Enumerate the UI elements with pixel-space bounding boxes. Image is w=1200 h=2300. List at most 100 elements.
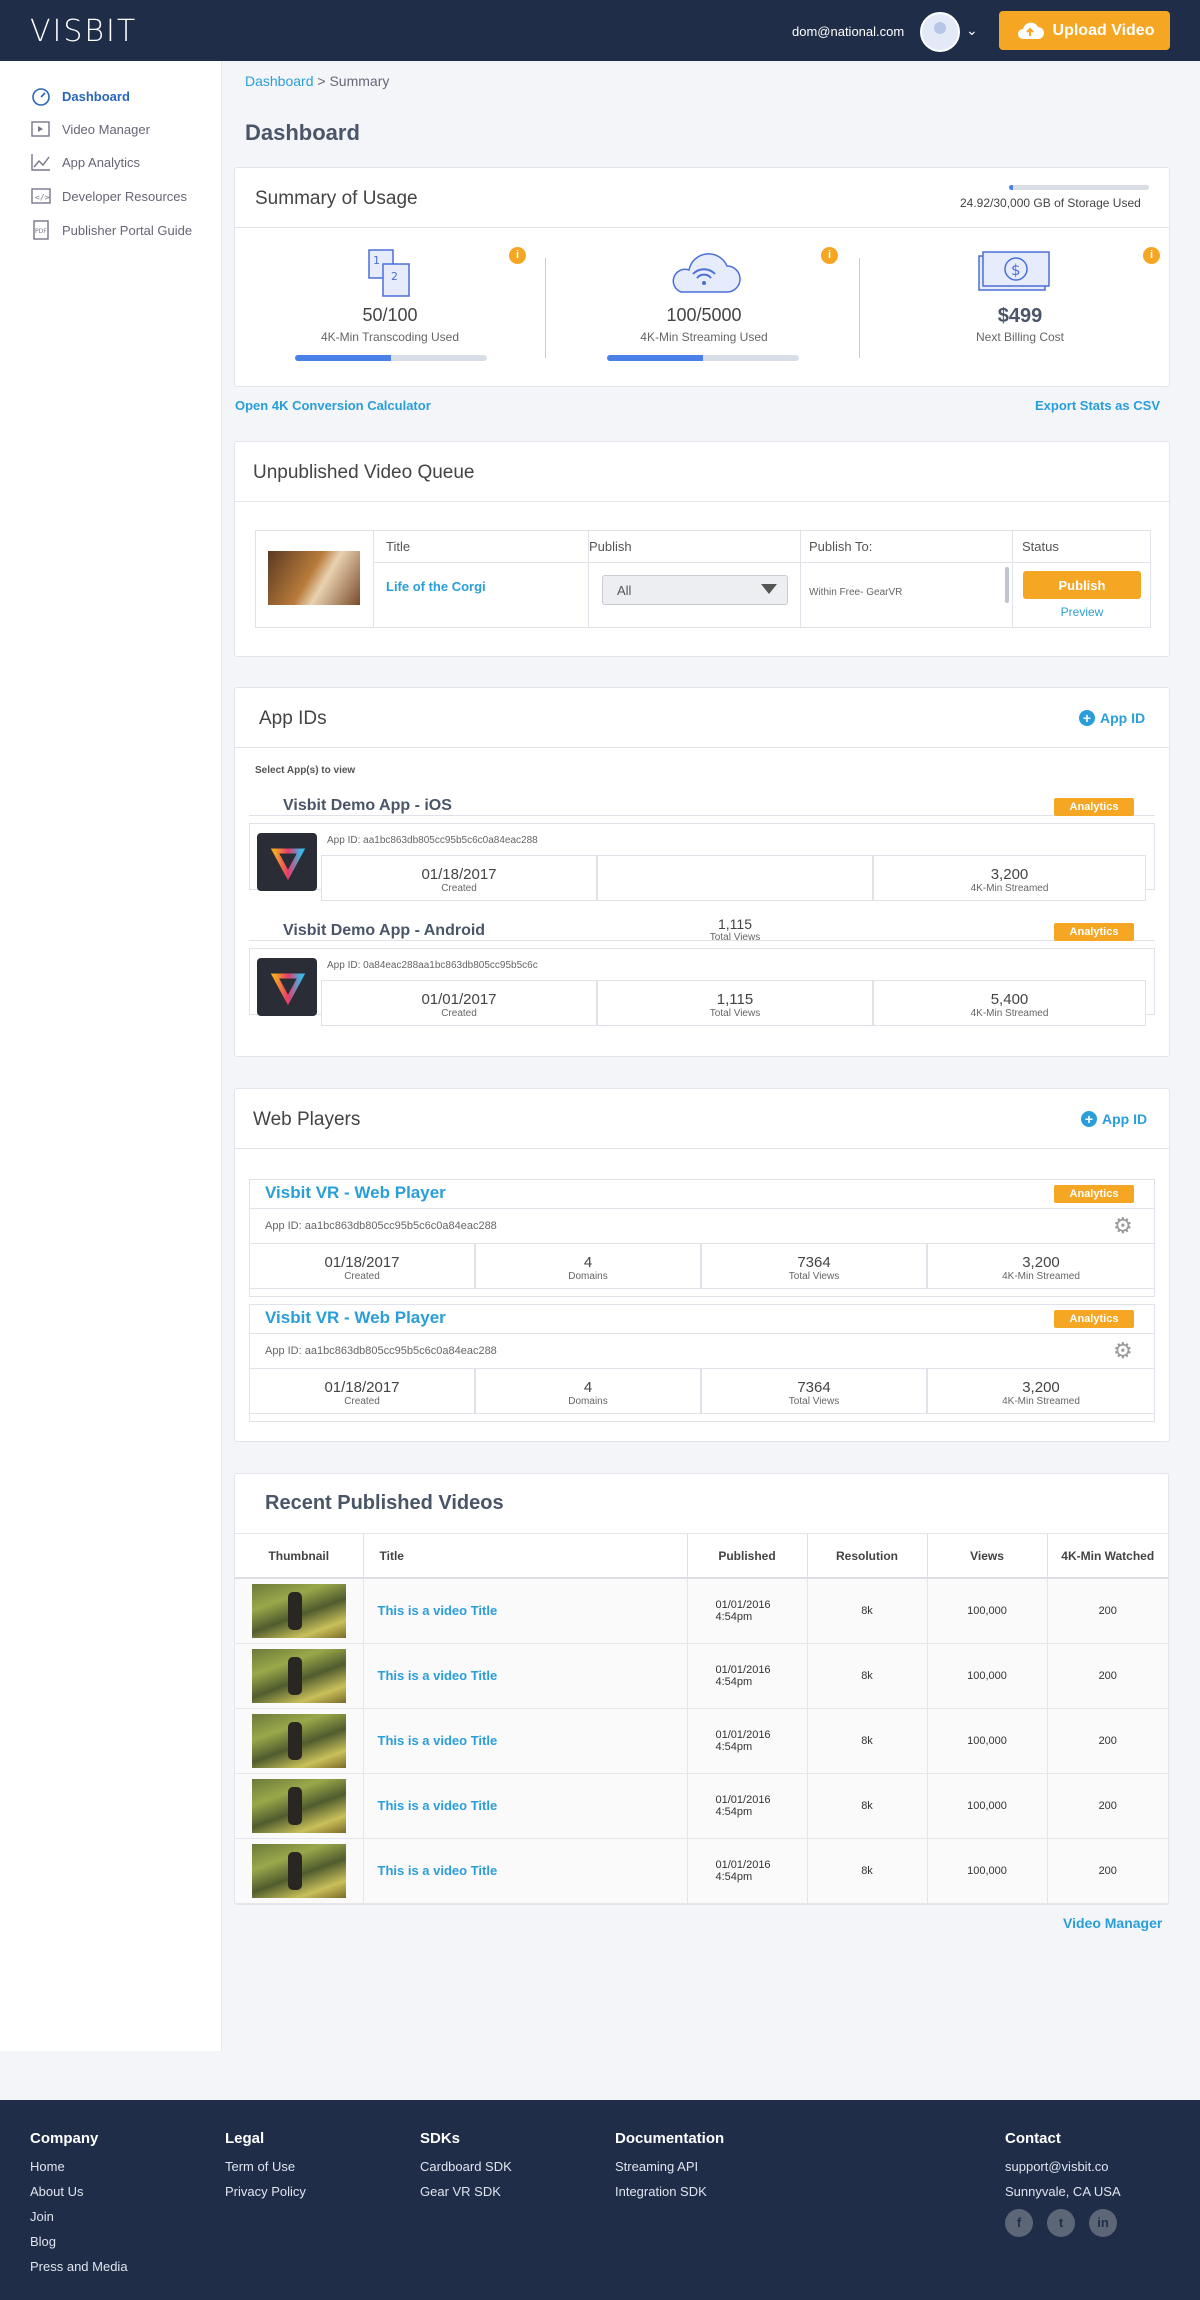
app-streamed-cell: 3,200 4K-Min Streamed: [873, 855, 1146, 901]
breadcrumb-dashboard-link[interactable]: Dashboard: [245, 73, 314, 89]
info-icon[interactable]: i: [1143, 247, 1160, 264]
thumbnail-cell: [235, 1708, 364, 1774]
footer-link[interactable]: Blog: [30, 2234, 128, 2249]
facebook-icon[interactable]: f: [1005, 2209, 1033, 2237]
publish-button[interactable]: Publish: [1023, 571, 1141, 599]
views-cell: 100,000: [927, 1838, 1048, 1904]
chart-icon: [30, 152, 52, 172]
sidebar-item-video-manager[interactable]: Video Manager: [30, 119, 150, 139]
analytics-button[interactable]: Analytics: [1054, 798, 1134, 816]
sidebar-item-label: App Analytics: [62, 154, 141, 170]
visbit-logo[interactable]: VISBIT: [30, 14, 137, 49]
unpublished-queue-card: Unpublished Video Queue Title Publish Pu…: [234, 441, 1170, 657]
video-thumbnail[interactable]: [251, 1648, 346, 1703]
web-player-name[interactable]: Visbit VR - Web Player: [265, 1183, 446, 1203]
info-icon[interactable]: i: [821, 247, 838, 264]
add-app-id-button[interactable]: + App ID: [1079, 710, 1145, 726]
table-row[interactable]: This is a video Title 01/01/2016 4:54pm 8k 1…: [235, 1643, 1168, 1709]
sidebar-item-app-analytics[interactable]: App Analytics: [30, 152, 140, 172]
queue-scrollbar[interactable]: [1005, 567, 1009, 603]
add-web-player-button[interactable]: + App ID: [1081, 1111, 1147, 1127]
gear-icon[interactable]: ⚙: [1113, 1213, 1133, 1239]
video-thumbnail[interactable]: [251, 1778, 346, 1833]
footer-link[interactable]: Term of Use: [225, 2159, 306, 2174]
video-title-link[interactable]: This is a video Title: [378, 1603, 498, 1618]
svg-text:</>: </>: [35, 193, 50, 202]
table-row[interactable]: This is a video Title 01/01/2016 4:54pm 8k 1…: [235, 1578, 1168, 1644]
watched-cell: 200: [1047, 1838, 1168, 1904]
queue-title: Unpublished Video Queue: [235, 442, 1169, 502]
footer-link[interactable]: Join: [30, 2209, 128, 2224]
breadcrumb-current: Summary: [329, 73, 390, 89]
video-thumbnail[interactable]: [251, 1713, 346, 1768]
app-name[interactable]: Visbit Demo App - iOS: [283, 797, 452, 815]
sidebar-item-dashboard[interactable]: Dashboard: [30, 86, 130, 106]
conversion-calculator-link[interactable]: Open 4K Conversion Calculator: [235, 398, 431, 413]
watched-cell: 200: [1047, 1643, 1168, 1709]
queue-col-publish-to: Publish To:: [809, 539, 873, 554]
video-manager-link[interactable]: Video Manager: [1063, 1915, 1162, 1931]
app-logo: [257, 958, 317, 1016]
transcoding-value: 50/100: [362, 305, 418, 325]
publish-select-value: All: [617, 583, 632, 598]
video-title-link[interactable]: This is a video Title: [378, 1798, 498, 1813]
analytics-button[interactable]: Analytics: [1054, 1310, 1134, 1328]
queue-video-title-link[interactable]: Life of the Corgi: [386, 579, 486, 594]
views-cell: 100,000: [927, 1578, 1048, 1644]
watched-cell: 200: [1047, 1578, 1168, 1644]
footer-link[interactable]: Integration SDK: [615, 2184, 724, 2199]
footer-link[interactable]: Privacy Policy: [225, 2184, 306, 2199]
footer-link: Sunnyvale, CA USA: [1005, 2184, 1121, 2199]
published-cell: 01/01/2016 4:54pm: [687, 1578, 808, 1644]
preview-link[interactable]: Preview: [1023, 605, 1141, 619]
video-thumbnail[interactable]: [251, 1583, 346, 1638]
footer-link[interactable]: Cardboard SDK: [420, 2159, 512, 2174]
footer-link[interactable]: Press and Media: [30, 2259, 128, 2274]
web-player-name[interactable]: Visbit VR - Web Player: [265, 1308, 446, 1328]
video-title-link[interactable]: This is a video Title: [378, 1733, 498, 1748]
app-created-cell: 01/18/2017 Created: [321, 855, 597, 901]
avatar[interactable]: [920, 12, 960, 52]
app-name[interactable]: Visbit Demo App - Android: [283, 922, 485, 940]
export-csv-link[interactable]: Export Stats as CSV: [1035, 398, 1160, 413]
gear-icon[interactable]: ⚙: [1113, 1338, 1133, 1364]
corgi-thumbnail[interactable]: [268, 551, 360, 605]
resolution-cell: 8k: [807, 1838, 928, 1904]
footer-col-company: Company Home About Us Join Blog Press and Me…: [30, 2130, 128, 2274]
footer-link[interactable]: About Us: [30, 2184, 128, 2199]
footer-link[interactable]: Home: [30, 2159, 128, 2174]
footer-link[interactable]: Streaming API: [615, 2159, 724, 2174]
app-id-text: App ID: 0a84eac288aa1bc863db805cc95b5c6c: [327, 960, 538, 971]
views-cell: 100,000: [927, 1773, 1048, 1839]
table-row[interactable]: This is a video Title 01/01/2016 4:54pm 8k 1…: [235, 1708, 1168, 1774]
sidebar-item-developer-resources[interactable]: </> Developer Resources: [30, 186, 187, 206]
table-row[interactable]: This is a video Title 01/01/2016 4:54pm 8k 1…: [235, 1838, 1168, 1904]
queue-table: Title Publish Publish To: Status Life of…: [255, 530, 1151, 628]
twitter-icon[interactable]: t: [1047, 2209, 1075, 2237]
summary-usage-card: Summary of Usage 24.92/30,000 GB of Stor…: [234, 167, 1170, 387]
svg-text:2: 2: [391, 270, 398, 283]
svg-text:1: 1: [373, 254, 380, 267]
app-id-text: App ID: aa1bc863db805cc95b5c6c0a84eac288: [265, 1345, 497, 1357]
queue-col-title: Title: [386, 539, 411, 554]
video-title-link[interactable]: This is a video Title: [378, 1863, 498, 1878]
table-row[interactable]: This is a video Title 01/01/2016 4:54pm 8k 1…: [235, 1773, 1168, 1839]
analytics-button[interactable]: Analytics: [1054, 1185, 1134, 1203]
sidebar-item-publisher-guide[interactable]: PDF Publisher Portal Guide: [30, 220, 192, 240]
video-thumbnail[interactable]: [251, 1843, 346, 1898]
upload-video-button[interactable]: Upload Video: [999, 11, 1170, 50]
info-icon[interactable]: i: [509, 247, 526, 264]
analytics-button[interactable]: Analytics: [1054, 923, 1134, 941]
divider: [800, 531, 801, 627]
streaming-bar: [607, 355, 799, 361]
chevron-down-icon[interactable]: ⌄: [966, 22, 978, 39]
published-cell: 01/01/2016 4:54pm: [687, 1643, 808, 1709]
breadcrumb: Dashboard > Summary: [245, 73, 389, 89]
footer-link[interactable]: Gear VR SDK: [420, 2184, 512, 2199]
footer-link[interactable]: support@visbit.co: [1005, 2159, 1131, 2174]
video-title-link[interactable]: This is a video Title: [378, 1668, 498, 1683]
transcoding-label: 4K-Min Transcoding Used: [320, 330, 460, 344]
publish-select[interactable]: All: [602, 575, 788, 605]
linkedin-icon[interactable]: in: [1089, 2209, 1117, 2237]
thumbnail-cell: [235, 1578, 364, 1644]
